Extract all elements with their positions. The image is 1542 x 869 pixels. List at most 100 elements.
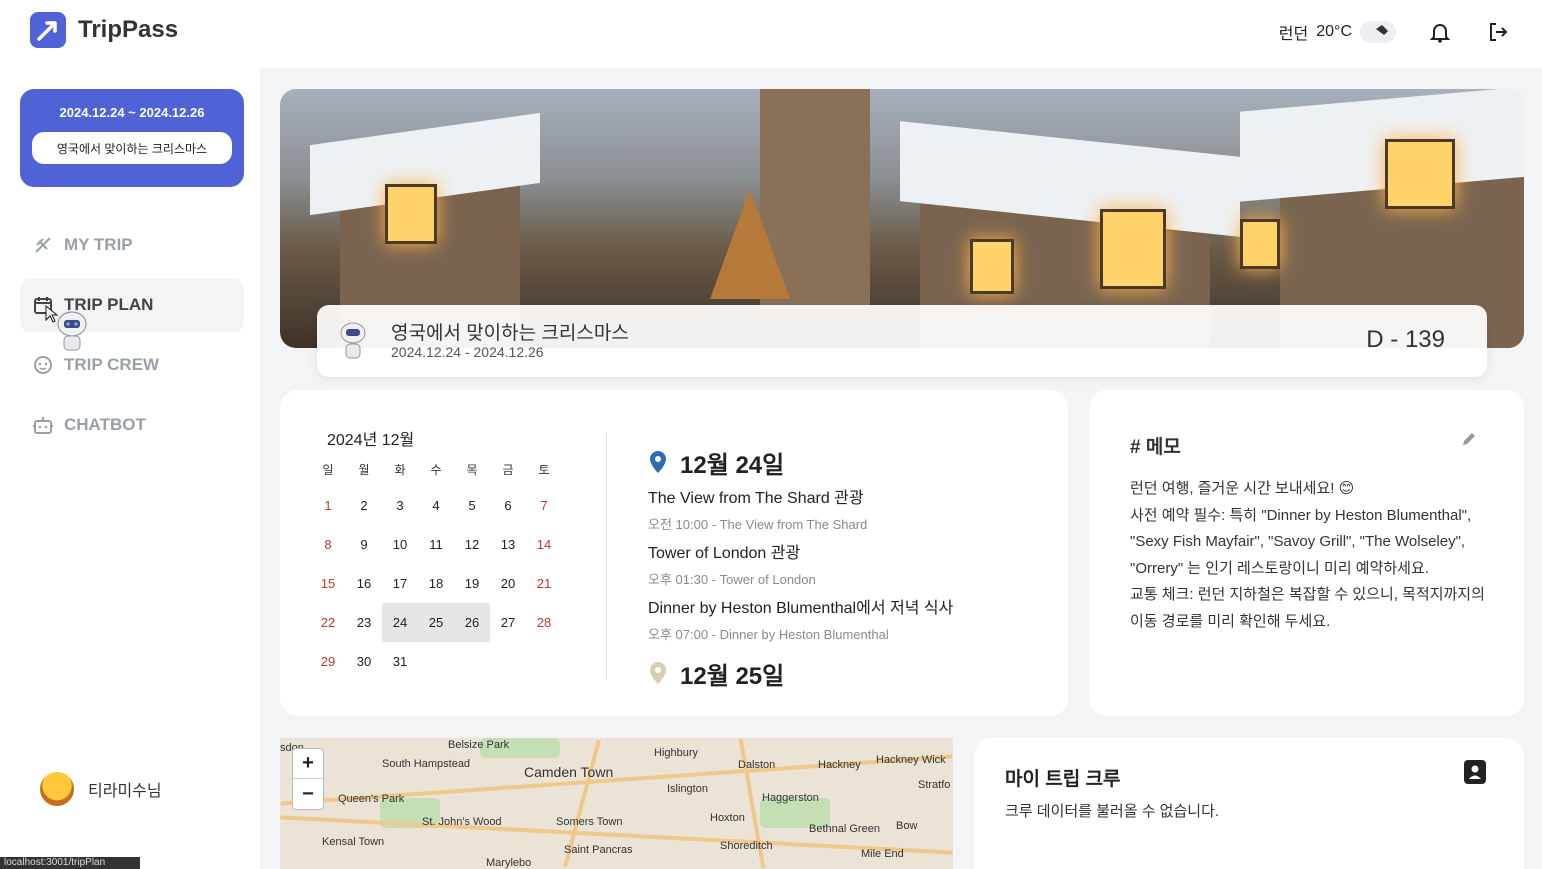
memo-title: # 메모 <box>1130 437 1181 458</box>
calendar-day[interactable]: 15 <box>310 564 346 603</box>
calendar-day[interactable]: 2 <box>346 486 382 525</box>
calendar-day[interactable]: 8 <box>310 525 346 564</box>
status-url: localhost:3001/tripPlan <box>0 857 140 869</box>
weekday-label: 월 <box>358 462 370 477</box>
robot-mascot-icon <box>340 322 366 359</box>
calendar-day-selected[interactable]: 25 <box>418 603 454 642</box>
weekday-label: 수 <box>430 462 442 477</box>
calendar-day[interactable]: 11 <box>418 525 454 564</box>
map-label: Belsize Park <box>448 739 510 751</box>
calendar-day[interactable]: 18 <box>418 564 454 603</box>
calendar-weekday-row: 일 월 화 수 목 금 토 <box>310 452 562 486</box>
robot-mascot-cursor-icon <box>45 304 87 351</box>
calendar-day <box>526 642 562 681</box>
app-name: TripPass <box>78 16 179 43</box>
pencil-icon[interactable] <box>1460 430 1478 448</box>
memo-line: 사전 예약 필수: 특히 "Dinner by Heston Blumentha… <box>1130 506 1472 577</box>
weather-widget: 런던 20°C <box>1279 20 1396 44</box>
schedule-day-header[interactable]: 12월 25일 <box>648 657 1048 690</box>
calendar-day[interactable]: 21 <box>526 564 562 603</box>
memo-body: 런던 여행, 즐거운 시간 보내세요! 😊 사전 예약 필수: 특히 "Dinn… <box>1130 476 1500 635</box>
trip-title: 영국에서 맞이하는 크리스마스 <box>391 323 629 344</box>
cloud-icon <box>1360 21 1396 43</box>
calendar-day[interactable]: 22 <box>310 603 346 642</box>
crew-title: 마이 트립 크루 <box>1005 769 1121 790</box>
top-header: TripPass 런던 20°C <box>0 0 1542 68</box>
calendar-week-row: 1 2 3 4 5 6 7 <box>310 486 562 525</box>
current-trip-card[interactable]: 2024.12.24 ~ 2024.12.26 영국에서 맞이하는 크리스마스 <box>20 89 244 187</box>
map-label: Somers Town <box>556 816 623 828</box>
map-label: Stratfo <box>918 779 951 791</box>
logout-icon[interactable] <box>1484 18 1512 46</box>
calendar-day-selected[interactable]: 24 <box>382 603 418 642</box>
calendar-day[interactable]: 6 <box>490 486 526 525</box>
calendar-day[interactable]: 5 <box>454 486 490 525</box>
calendar-day[interactable]: 16 <box>346 564 382 603</box>
app-logo[interactable]: TripPass <box>30 12 178 48</box>
calendar-day <box>418 642 454 681</box>
calendar-day[interactable]: 10 <box>382 525 418 564</box>
weekday-label: 토 <box>538 462 550 477</box>
bell-icon[interactable] <box>1426 18 1454 46</box>
event-title[interactable]: Dinner by Heston Blumenthal에서 저녁 식사 <box>648 594 1048 618</box>
map-view[interactable]: sdon Belsize Park South Hampstead Camden… <box>280 738 953 869</box>
calendar-day[interactable]: 19 <box>454 564 490 603</box>
divider <box>606 432 607 680</box>
weekday-label: 목 <box>466 462 478 477</box>
sidebar-item-label: TRIP CREW <box>64 355 160 374</box>
sidebar-item-chatbot[interactable]: CHATBOT <box>20 398 244 452</box>
memo-line: 교통 체크: 런던 지하철은 복잡할 수 있으니, 목적지까지의 이동 경로를 … <box>1130 586 1485 630</box>
map-label: Marylebo <box>486 857 532 869</box>
calendar-day[interactable]: 17 <box>382 564 418 603</box>
calendar-week-row: 29 30 31 <box>310 642 562 681</box>
map-label: Islington <box>667 783 708 795</box>
sidebar-item-label: MY TRIP <box>64 235 133 254</box>
contact-book-icon[interactable] <box>1464 760 1486 784</box>
map-label: Saint Pancras <box>564 844 633 856</box>
calendar-day[interactable]: 13 <box>490 525 526 564</box>
schedule-day-header[interactable]: 12월 24일 <box>648 446 1048 479</box>
map-label: Dalston <box>738 759 776 771</box>
d-day-counter: D - 139 <box>1366 326 1445 353</box>
crew-icon <box>32 354 54 376</box>
map-label: Bow <box>896 820 918 832</box>
user-profile[interactable]: 티라미수님 <box>40 772 162 806</box>
calendar-day[interactable]: 30 <box>346 642 382 681</box>
calendar-day[interactable]: 20 <box>490 564 526 603</box>
zoom-in-button[interactable]: + <box>293 749 323 779</box>
calendar-day[interactable]: 29 <box>310 642 346 681</box>
calendar-day[interactable]: 14 <box>526 525 562 564</box>
calendar-day[interactable]: 23 <box>346 603 382 642</box>
zoom-out-button[interactable]: − <box>293 779 323 809</box>
calendar-day[interactable]: 28 <box>526 603 562 642</box>
calendar-day[interactable]: 7 <box>526 486 562 525</box>
event-title[interactable]: Tower of London 관광 <box>648 539 1048 563</box>
schedule-day-label: 12월 25일 <box>680 662 785 690</box>
event-title[interactable]: The View from The Shard 관광 <box>648 484 1048 508</box>
map-label: Hoxton <box>710 812 745 824</box>
trip-summary-bar: 영국에서 맞이하는 크리스마스 2024.12.24 - 2024.12.26 … <box>317 305 1487 377</box>
calendar-day[interactable]: 31 <box>382 642 418 681</box>
map-zoom-control: + − <box>292 748 324 810</box>
user-name: 티라미수님 <box>88 783 162 800</box>
event-time: 오후 07:00 - Dinner by Heston Blumenthal <box>648 627 889 642</box>
plane-icon <box>32 234 54 256</box>
calendar-day[interactable]: 4 <box>418 486 454 525</box>
calendar-card: 2024년 12월 일 월 화 수 목 금 토 1 2 3 4 5 6 7 8 <box>280 390 1068 716</box>
calendar-day <box>454 642 490 681</box>
calendar-day-selected[interactable]: 26 <box>454 603 490 642</box>
calendar-week-row: 8 9 10 11 12 13 14 <box>310 525 562 564</box>
calendar-day[interactable]: 27 <box>490 603 526 642</box>
calendar-week-row: 15 16 17 18 19 20 21 <box>310 564 562 603</box>
trip-card-name[interactable]: 영국에서 맞이하는 크리스마스 <box>32 132 232 164</box>
calendar-day[interactable]: 1 <box>310 486 346 525</box>
schedule-list: 12월 24일 The View from The Shard 관광 오전 10… <box>648 446 1048 690</box>
calendar-day[interactable]: 9 <box>346 525 382 564</box>
calendar-day[interactable]: 12 <box>454 525 490 564</box>
calendar-day[interactable]: 3 <box>382 486 418 525</box>
map-label: South Hampstead <box>382 758 471 770</box>
sidebar-item-my-trip[interactable]: MY TRIP <box>20 218 244 272</box>
trip-dates: 2024.12.24 - 2024.12.26 <box>391 344 544 360</box>
event-time: 오후 01:30 - Tower of London <box>648 572 816 587</box>
weekday-label: 화 <box>394 462 406 477</box>
